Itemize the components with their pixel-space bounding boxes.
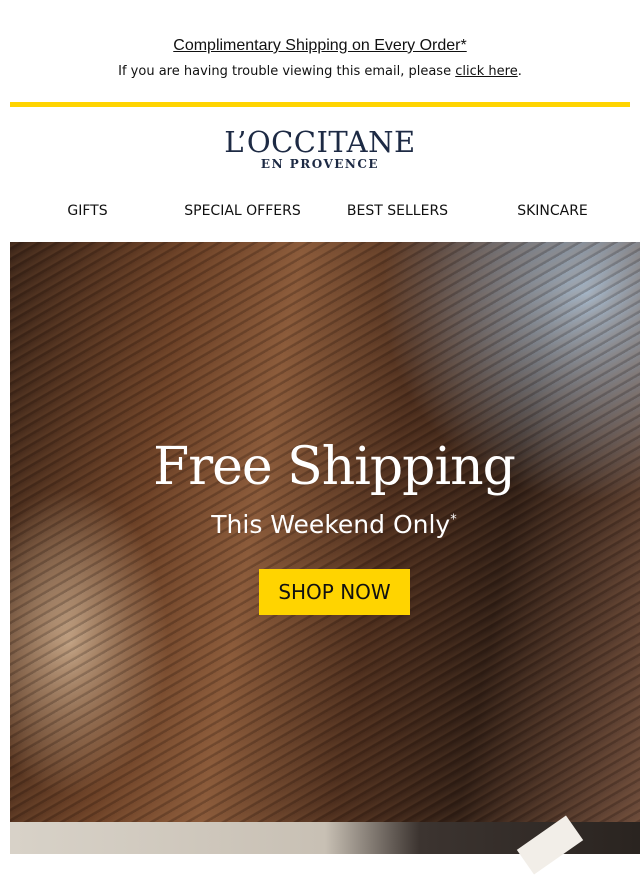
brand-logo[interactable]: L’OCCITANE EN PROVENCE	[0, 126, 640, 171]
hero-content: Free Shipping This Weekend Only* SHOP NO…	[10, 242, 640, 822]
main-nav: GIFTS SPECIAL OFFERS BEST SELLERS SKINCA…	[10, 203, 630, 219]
hero-banner[interactable]: Free Shipping This Weekend Only* SHOP NO…	[10, 242, 640, 822]
product-image	[516, 815, 584, 875]
logo-main-text: L’OCCITANE	[224, 125, 416, 159]
nav-item-skincare[interactable]: SKINCARE	[475, 203, 630, 219]
trouble-suffix: .	[517, 64, 522, 79]
nav-item-gifts[interactable]: GIFTS	[10, 203, 165, 219]
trouble-text: If you are having trouble viewing this e…	[118, 64, 456, 79]
shop-now-button[interactable]: SHOP NOW	[259, 569, 410, 615]
nav-item-special-offers[interactable]: SPECIAL OFFERS	[165, 203, 320, 219]
yellow-divider	[10, 102, 630, 107]
hero-subtitle-mark: *	[450, 512, 457, 528]
nav-item-best-sellers[interactable]: BEST SELLERS	[320, 203, 475, 219]
hero-subtitle: This Weekend Only*	[10, 510, 640, 539]
hero-subtitle-text: This Weekend Only	[211, 510, 451, 539]
hero-title: Free Shipping	[153, 437, 516, 497]
logo-sub-text: EN PROVENCE	[260, 157, 380, 171]
click-here-link[interactable]: click here	[455, 64, 517, 79]
trouble-viewing-text: If you are having trouble viewing this e…	[0, 64, 640, 79]
next-section-image[interactable]	[10, 815, 640, 875]
complimentary-shipping-link[interactable]: Complimentary Shipping on Every Order*	[0, 37, 640, 55]
